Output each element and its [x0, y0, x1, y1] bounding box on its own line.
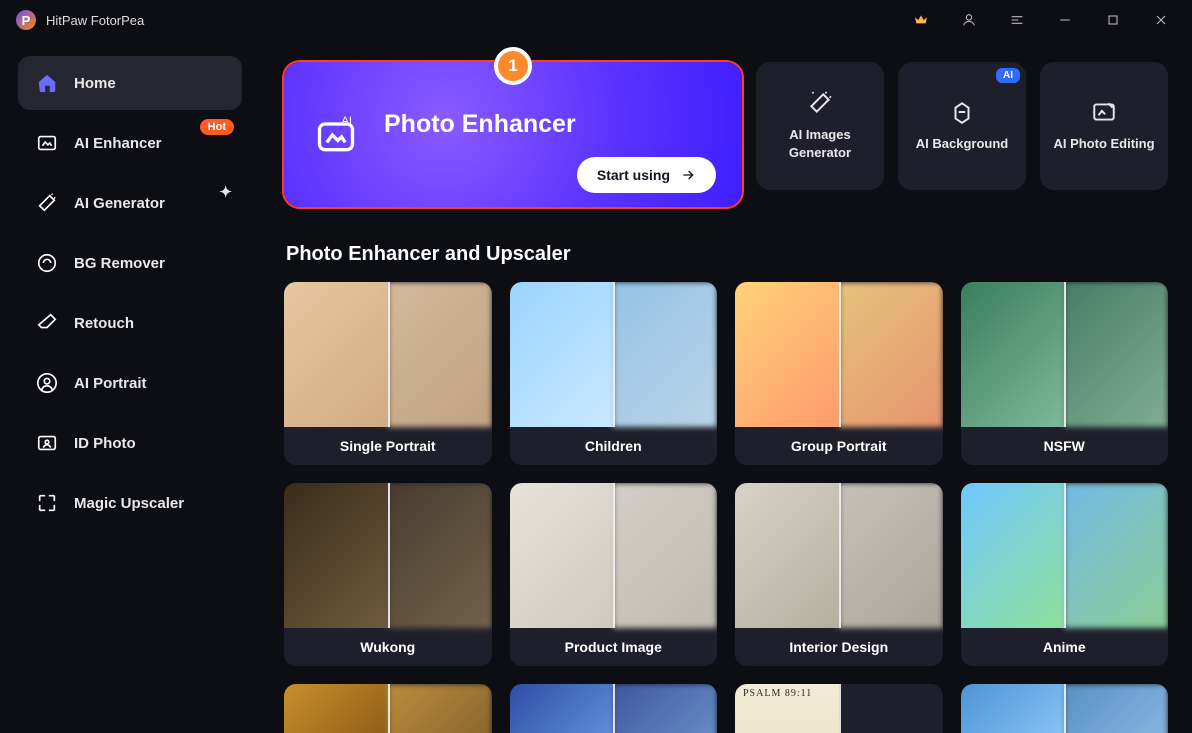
titlebar: P HitPaw FotorPea	[0, 0, 1192, 40]
titlebar-left: P HitPaw FotorPea	[16, 10, 144, 30]
sidebar-item-label: Home	[74, 75, 116, 92]
card-peek-2[interactable]	[510, 684, 718, 733]
sidebar-item-label: BG Remover	[74, 255, 165, 272]
thumbnail	[735, 483, 943, 628]
crown-icon[interactable]	[898, 0, 944, 40]
card-product-image[interactable]: Product Image	[510, 483, 718, 666]
sidebar-item-ai-generator[interactable]: AI Generator ✦	[18, 176, 242, 230]
card-single-portrait[interactable]: Single Portrait	[284, 282, 492, 465]
sidebar-item-label: AI Generator	[74, 195, 165, 212]
paper-text: PSALM 89:11	[743, 688, 812, 699]
image-ai-icon: AI	[314, 113, 358, 157]
hero-card-ai-photo-editing[interactable]: AI Photo Editing	[1040, 62, 1168, 190]
step-badge: 1	[494, 47, 532, 85]
eraser-icon	[36, 312, 58, 334]
wand-icon	[36, 192, 58, 214]
minimize-button[interactable]	[1042, 0, 1088, 40]
titlebar-right	[898, 0, 1184, 40]
hero-card-label: AI Background	[908, 135, 1016, 153]
thumbnail	[284, 282, 492, 427]
background-icon	[949, 99, 975, 125]
card-label: Anime	[961, 628, 1169, 666]
sidebar-item-label: Magic Upscaler	[74, 495, 184, 512]
hot-badge: Hot	[200, 119, 234, 135]
card-label: Children	[510, 427, 718, 465]
sidebar-item-magic-upscaler[interactable]: Magic Upscaler	[18, 476, 242, 530]
thumbnail	[284, 684, 492, 733]
thumbnail	[735, 282, 943, 427]
card-nsfw[interactable]: NSFW	[961, 282, 1169, 465]
thumbnail	[510, 483, 718, 628]
thumbnail	[510, 684, 718, 733]
close-button[interactable]	[1138, 0, 1184, 40]
sidebar-item-ai-portrait[interactable]: AI Portrait	[18, 356, 242, 410]
hero-row: 1 AI Photo Enhancer Start using AI Image…	[284, 62, 1168, 207]
account-icon[interactable]	[946, 0, 992, 40]
hero-text-area: Photo Enhancer Start using	[384, 110, 712, 159]
thumbnail	[510, 282, 718, 427]
card-wukong[interactable]: Wukong	[284, 483, 492, 666]
menu-icon[interactable]	[994, 0, 1040, 40]
sidebar: Home AI Enhancer Hot AI Generator ✦ BG R…	[0, 40, 260, 733]
thumbnail	[284, 483, 492, 628]
card-label: NSFW	[961, 427, 1169, 465]
thumbnail	[961, 483, 1169, 628]
ai-tag: AI	[996, 68, 1020, 83]
card-label: Interior Design	[735, 628, 943, 666]
card-children[interactable]: Children	[510, 282, 718, 465]
card-group-portrait[interactable]: Group Portrait	[735, 282, 943, 465]
bg-remover-icon	[36, 252, 58, 274]
sidebar-item-id-photo[interactable]: ID Photo	[18, 416, 242, 470]
hero-photo-enhancer[interactable]: 1 AI Photo Enhancer Start using	[284, 62, 742, 207]
card-peek-3[interactable]: PSALM 89:11	[735, 684, 943, 733]
sidebar-item-label: Retouch	[74, 315, 134, 332]
content-area: 1 AI Photo Enhancer Start using AI Image…	[260, 40, 1192, 733]
portrait-icon	[36, 372, 58, 394]
id-photo-icon	[36, 432, 58, 454]
card-peek-4[interactable]	[961, 684, 1169, 733]
hero-title: Photo Enhancer	[384, 110, 576, 139]
thumbnail	[961, 684, 1169, 733]
maximize-button[interactable]	[1090, 0, 1136, 40]
sparkle-icon: ✦	[219, 183, 232, 201]
enhancer-icon	[36, 132, 58, 154]
home-icon	[36, 72, 58, 94]
card-interior-design[interactable]: Interior Design	[735, 483, 943, 666]
hero-card-ai-background[interactable]: AI AI Background	[898, 62, 1026, 190]
card-label: Wukong	[284, 628, 492, 666]
app-title: HitPaw FotorPea	[46, 13, 144, 28]
start-using-button[interactable]: Start using	[577, 157, 716, 193]
sidebar-item-home[interactable]: Home	[18, 56, 242, 110]
card-anime[interactable]: Anime	[961, 483, 1169, 666]
app-logo-icon: P	[16, 10, 36, 30]
sidebar-item-label: ID Photo	[74, 435, 136, 452]
start-using-label: Start using	[597, 167, 670, 183]
card-label: Product Image	[510, 628, 718, 666]
hero-card-label: AI Images Generator	[756, 126, 884, 161]
sidebar-item-bg-remover[interactable]: BG Remover	[18, 236, 242, 290]
upscaler-icon	[36, 492, 58, 514]
sidebar-item-label: AI Portrait	[74, 375, 147, 392]
sidebar-item-retouch[interactable]: Retouch	[18, 296, 242, 350]
arrow-right-icon	[680, 167, 696, 183]
section-title: Photo Enhancer and Upscaler	[286, 243, 1168, 266]
card-grid: Single Portrait Children Group Portrait …	[284, 282, 1168, 733]
photo-edit-icon	[1091, 99, 1117, 125]
card-peek-1[interactable]	[284, 684, 492, 733]
sidebar-item-ai-enhancer[interactable]: AI Enhancer Hot	[18, 116, 242, 170]
hero-card-ai-images-generator[interactable]: AI Images Generator	[756, 62, 884, 190]
card-label: Single Portrait	[284, 427, 492, 465]
thumbnail: PSALM 89:11	[735, 684, 943, 733]
card-label: Group Portrait	[735, 427, 943, 465]
thumbnail	[961, 282, 1169, 427]
svg-text:AI: AI	[342, 115, 352, 127]
sidebar-item-label: AI Enhancer	[74, 135, 162, 152]
magic-wand-icon	[807, 90, 833, 116]
hero-card-label: AI Photo Editing	[1045, 135, 1162, 153]
